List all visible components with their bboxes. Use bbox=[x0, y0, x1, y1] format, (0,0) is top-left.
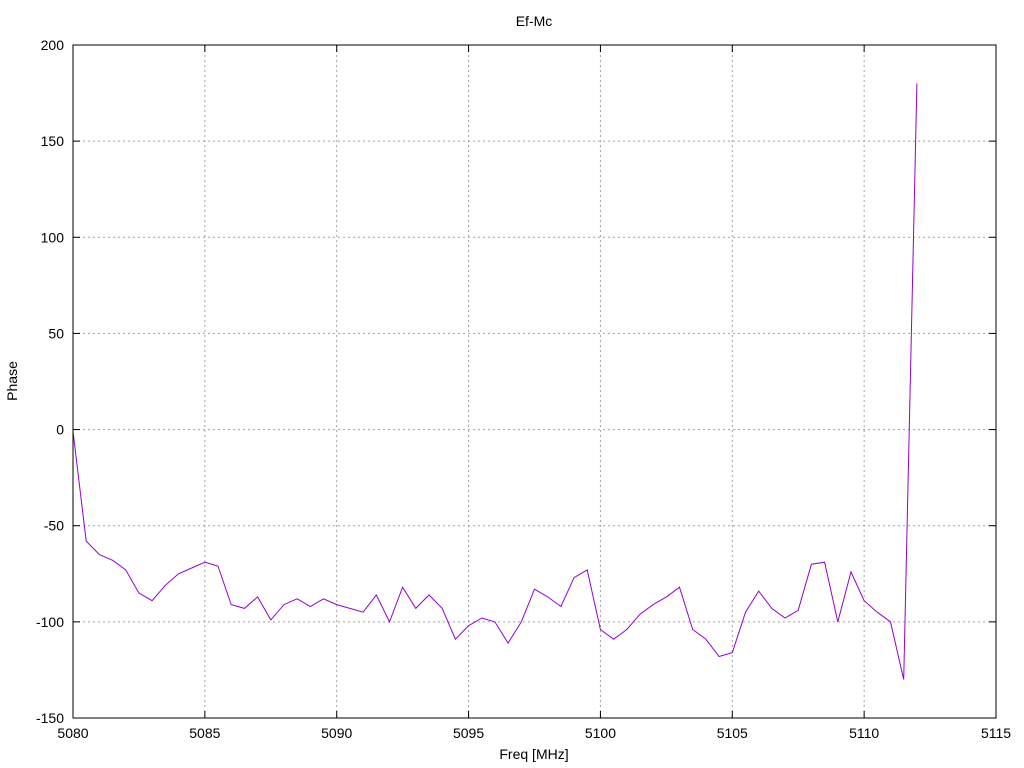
y-tick-label: -50 bbox=[44, 518, 64, 534]
x-tick-label: 5095 bbox=[453, 725, 484, 741]
phase-series-line bbox=[72, 83, 918, 680]
x-axis-label: Freq [MHz] bbox=[499, 746, 568, 762]
tick-labels: 5080 5085 5090 5095 5100 5105 5110 5115 -150 -100… bbox=[36, 37, 1011, 741]
y-axis-label: Phase bbox=[4, 361, 20, 401]
x-tick-label: 5085 bbox=[189, 725, 220, 741]
y-tick-label: -100 bbox=[36, 614, 64, 630]
y-tick-label: -150 bbox=[36, 710, 64, 726]
x-tick-label: 5100 bbox=[585, 725, 616, 741]
plot-border bbox=[72, 44, 997, 719]
chart-title: Ef-Mc bbox=[516, 13, 553, 29]
chart: 5080 5085 5090 5095 5100 5105 5110 5115 -150 -100… bbox=[4, 13, 1011, 762]
x-tick-label: 5110 bbox=[849, 725, 879, 741]
x-tick-label: 5090 bbox=[321, 725, 352, 741]
x-tick-label: 5105 bbox=[717, 725, 748, 741]
y-tick-label: 200 bbox=[41, 37, 65, 53]
x-tick-label: 5080 bbox=[57, 725, 88, 741]
grid-lines bbox=[73, 45, 996, 718]
series-lines bbox=[72, 83, 918, 680]
y-tick-label: 150 bbox=[41, 133, 65, 149]
y-tick-label: 50 bbox=[48, 325, 64, 341]
y-tick-label: 100 bbox=[41, 229, 65, 245]
y-tick-label: 0 bbox=[56, 422, 64, 438]
x-tick-label: 5115 bbox=[981, 725, 1011, 741]
tick-marks bbox=[72, 44, 997, 719]
